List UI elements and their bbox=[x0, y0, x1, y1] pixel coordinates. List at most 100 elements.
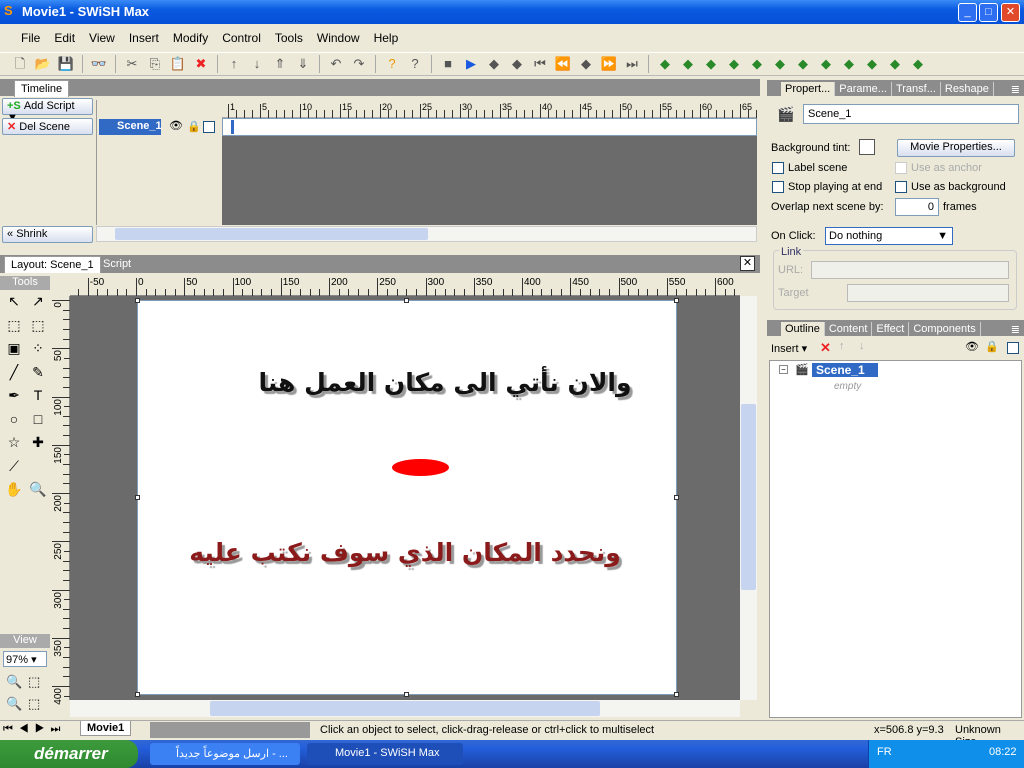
move-up-icon[interactable]: ↑ bbox=[224, 54, 244, 74]
rectangle-tool-icon[interactable]: □ bbox=[26, 411, 50, 435]
outline-toggle[interactable] bbox=[1007, 342, 1019, 354]
menu-help[interactable]: Help bbox=[367, 31, 406, 50]
insert-component-icon[interactable]: ◆ bbox=[839, 54, 859, 74]
pencil-tool-icon[interactable]: ✎ bbox=[26, 364, 50, 388]
bg-tint-swatch[interactable] bbox=[859, 139, 875, 155]
zoom-in-icon[interactable]: 🔍 bbox=[6, 696, 22, 712]
pen-tool-icon[interactable]: ✒ bbox=[2, 387, 26, 411]
outline-toggle[interactable] bbox=[203, 121, 215, 133]
delete-icon[interactable]: ✖ bbox=[191, 54, 211, 74]
timeline-hscrollbar[interactable] bbox=[96, 226, 757, 242]
insert-flag-icon[interactable]: ◆ bbox=[908, 54, 928, 74]
subselect-tool-icon[interactable]: ↗ bbox=[26, 293, 50, 317]
move-top-icon[interactable]: ⇑ bbox=[270, 54, 290, 74]
playhead[interactable] bbox=[231, 120, 234, 134]
timeline-ruler[interactable]: 1 5 10 15 20 25 30 35 40 45 50 55 60 65 bbox=[222, 100, 757, 118]
eye-icon[interactable]: 👁 bbox=[965, 340, 979, 353]
insert-text-icon[interactable]: ◆ bbox=[701, 54, 721, 74]
timeline-scene-row[interactable]: Scene_1 bbox=[99, 119, 162, 135]
stage-resize-handle[interactable] bbox=[404, 692, 409, 697]
stage-resize-handle[interactable] bbox=[674, 692, 679, 697]
next-frame-icon[interactable]: ⏩ bbox=[599, 54, 619, 74]
insert-content-icon[interactable]: ◆ bbox=[862, 54, 882, 74]
eye-icon[interactable]: 👁 bbox=[169, 119, 183, 132]
play-icon[interactable]: ▶ bbox=[461, 54, 481, 74]
zoom-selection-icon[interactable]: ⬚ bbox=[28, 674, 40, 690]
scroll-thumb[interactable] bbox=[115, 228, 428, 240]
delete-icon[interactable]: ✕ bbox=[820, 340, 831, 356]
autoshape-tool-icon[interactable]: ✚ bbox=[26, 434, 50, 458]
insert-dropdown[interactable]: Insert ▾ bbox=[771, 342, 807, 355]
scroll-thumb[interactable] bbox=[210, 701, 600, 716]
timeline-frames-row[interactable] bbox=[222, 118, 757, 136]
open-folder-icon[interactable]: 📂 bbox=[33, 54, 53, 74]
tab-effect[interactable]: Effect bbox=[872, 322, 910, 336]
insert-sprite-icon[interactable]: ◆ bbox=[678, 54, 698, 74]
panel-menu-icon[interactable]: ≣ bbox=[1011, 83, 1024, 96]
line-tool-icon[interactable]: ╱ bbox=[2, 364, 26, 388]
maximize-button[interactable]: □ bbox=[979, 3, 998, 22]
ellipse-tool-icon[interactable]: ○ bbox=[2, 411, 26, 435]
move-down-icon[interactable]: ↓ bbox=[859, 340, 865, 352]
preview-icon[interactable]: 👓 bbox=[89, 54, 109, 74]
taskbar-item-browser[interactable]: ارسل موضوعاً جديداً - ... bbox=[150, 743, 300, 765]
close-button[interactable]: ✕ bbox=[1001, 3, 1020, 22]
prev-frame-icon[interactable]: ⏪ bbox=[553, 54, 573, 74]
stage-resize-handle[interactable] bbox=[404, 298, 409, 303]
use-background-checkbox[interactable]: Use as background bbox=[895, 181, 1006, 194]
stage[interactable] bbox=[137, 300, 677, 695]
stage-resize-handle[interactable] bbox=[135, 495, 140, 500]
scene-name-input[interactable]: Scene_1 bbox=[803, 104, 1019, 124]
stage-resize-handle[interactable] bbox=[674, 495, 679, 500]
zoom-tool-icon[interactable]: 🔍 bbox=[26, 481, 50, 505]
overlap-input[interactable]: 0 bbox=[895, 198, 939, 216]
help-icon[interactable]: ? bbox=[382, 54, 402, 74]
layout-hscrollbar[interactable] bbox=[70, 700, 740, 717]
label-scene-checkbox[interactable]: Label scene bbox=[772, 162, 847, 175]
tab-layout[interactable]: Layout: Scene_1 bbox=[4, 256, 101, 273]
menu-window[interactable]: Window bbox=[310, 31, 367, 50]
stage-resize-handle[interactable] bbox=[135, 692, 140, 697]
zoom-out-icon[interactable]: ⬚ bbox=[28, 696, 40, 712]
transform-tool-icon[interactable]: ⬚ bbox=[2, 317, 26, 341]
save-icon[interactable]: 💾 bbox=[56, 54, 76, 74]
tab-movie1[interactable]: Movie1 bbox=[80, 721, 132, 736]
insert-button-icon[interactable]: ◆ bbox=[724, 54, 744, 74]
panel-menu-icon[interactable]: ≣ bbox=[1011, 323, 1024, 336]
last-frame-icon[interactable]: ⏭ bbox=[622, 54, 642, 74]
context-help-icon[interactable]: ? bbox=[405, 54, 425, 74]
tab-parame[interactable]: Parame... bbox=[835, 82, 892, 96]
movie-nav-buttons[interactable]: ⏮◀▶⏭ bbox=[3, 723, 66, 736]
start-button[interactable]: démarrer bbox=[0, 740, 138, 768]
zoom-fit-icon[interactable]: 🔍 bbox=[6, 674, 22, 690]
star-tool-icon[interactable]: ☆ bbox=[2, 434, 26, 458]
zoom-select[interactable]: 97% ▾ bbox=[3, 651, 47, 667]
close-layout-button[interactable]: ✕ bbox=[740, 256, 755, 271]
select-tool-icon[interactable]: ↖ bbox=[2, 293, 26, 317]
scroll-thumb[interactable] bbox=[741, 404, 756, 590]
tab-propert[interactable]: Propert... bbox=[781, 82, 836, 96]
use-anchor-checkbox[interactable]: Use as anchor bbox=[895, 162, 982, 175]
move-bottom-icon[interactable]: ⇓ bbox=[293, 54, 313, 74]
add-script-button[interactable]: +S Add Script ▼ bbox=[2, 98, 93, 124]
menu-insert[interactable]: Insert bbox=[122, 31, 166, 50]
menu-control[interactable]: Control bbox=[215, 31, 268, 50]
target-select[interactable] bbox=[847, 284, 1009, 302]
play-effect-icon[interactable]: ◆ bbox=[507, 54, 527, 74]
tab-outline[interactable]: Outline bbox=[781, 322, 825, 336]
language-indicator[interactable]: FR bbox=[877, 746, 892, 758]
menu-modify[interactable]: Modify bbox=[166, 31, 215, 50]
minimize-button[interactable]: _ bbox=[958, 3, 977, 22]
menu-tools[interactable]: Tools bbox=[268, 31, 310, 50]
next-keyframe-icon[interactable]: ◆ bbox=[576, 54, 596, 74]
hand-tool-icon[interactable]: ✋ bbox=[2, 481, 26, 505]
stage-resize-handle[interactable] bbox=[674, 298, 679, 303]
tab-reshape[interactable]: Reshape bbox=[941, 82, 994, 96]
move-down-icon[interactable]: ↓ bbox=[247, 54, 267, 74]
shrink-button[interactable]: « Shrink bbox=[2, 226, 93, 243]
copy-icon[interactable]: ⎘ bbox=[145, 54, 165, 74]
layout-vscrollbar[interactable] bbox=[740, 296, 757, 700]
redo-icon[interactable]: ↷ bbox=[349, 54, 369, 74]
text-tool-icon[interactable]: T bbox=[26, 387, 50, 411]
undo-icon[interactable]: ↶ bbox=[326, 54, 346, 74]
